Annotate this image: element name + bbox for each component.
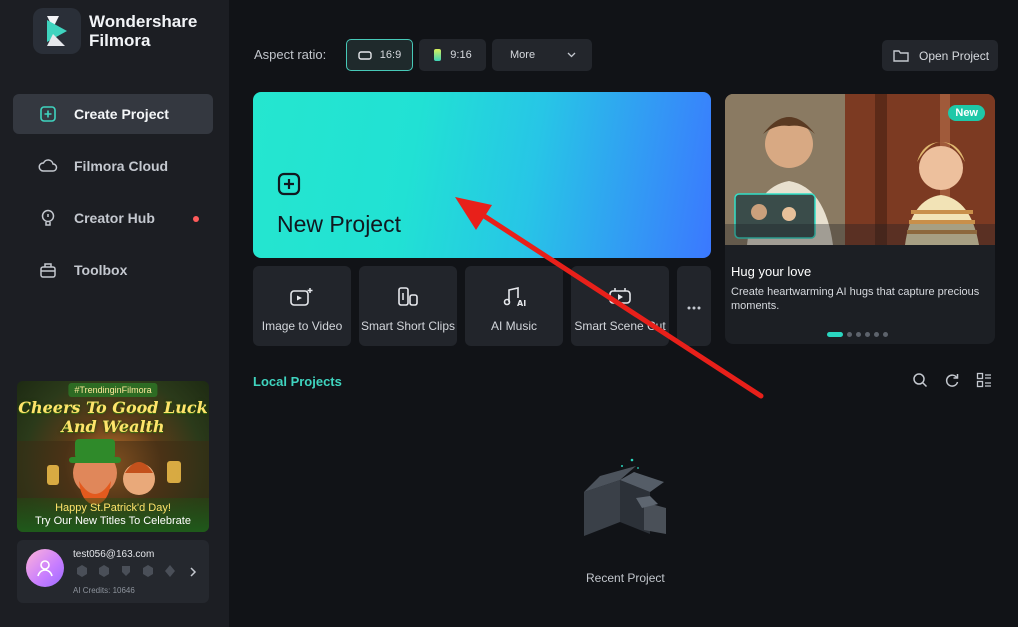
smart-scene-cut-icon — [607, 286, 633, 313]
app-name-line2: Filmora — [89, 31, 151, 50]
tool-smart-short-clips[interactable]: Smart Short Clips — [359, 266, 457, 346]
local-projects-title: Local Projects — [253, 374, 342, 389]
badge-icon — [97, 564, 111, 578]
feature-title: Hug your love — [731, 264, 812, 279]
sidebar-item-label: Toolbox — [74, 262, 128, 278]
user-icon — [37, 560, 53, 577]
chevron-down-icon — [567, 49, 576, 61]
more-ratios-dropdown[interactable]: More — [492, 39, 592, 71]
ai-music-icon: AI — [502, 286, 526, 313]
tool-label: Smart Scene Cut — [574, 319, 666, 333]
open-project-button[interactable]: Open Project — [882, 40, 998, 71]
sidebar-nav: Create Project Filmora Cloud Creator Hub… — [13, 94, 213, 302]
cloud-icon — [38, 156, 58, 176]
more-tools-button[interactable] — [677, 266, 711, 346]
badge-icon — [75, 564, 89, 578]
badge-icon — [119, 564, 133, 578]
svg-text:AI: AI — [517, 299, 526, 308]
sidebar-item-label: Create Project — [74, 106, 169, 122]
carousel-dot[interactable] — [856, 332, 861, 337]
bulb-icon — [38, 208, 58, 228]
badge-icon — [163, 564, 177, 578]
chevron-right-icon[interactable] — [189, 565, 197, 583]
avatar — [26, 549, 64, 587]
carousel-dot[interactable] — [847, 332, 852, 337]
open-project-label: Open Project — [919, 48, 990, 63]
tool-label: Smart Short Clips — [360, 319, 456, 333]
aspect-16-9-button[interactable]: 16:9 — [346, 39, 413, 71]
promo-headline-line1: Cheers To Good Luck — [18, 398, 208, 417]
tool-smart-scene-cut[interactable]: Smart Scene Cut — [571, 266, 669, 346]
more-ratios-label: More — [510, 49, 536, 61]
sidebar-item-creator-hub[interactable]: Creator Hub — [13, 198, 213, 238]
aspect-9-16-button[interactable]: 9:16 — [419, 39, 486, 71]
achievement-badges — [75, 564, 177, 578]
landscape-ratio-icon — [358, 50, 372, 60]
empty-state-text: Recent Project — [586, 571, 665, 585]
sidebar-item-label: Creator Hub — [74, 210, 155, 226]
list-view-icon[interactable] — [976, 372, 992, 388]
app-name-line1: Wondershare — [89, 12, 198, 31]
account-panel[interactable]: test056@163.com AI Credits: 10646 — [17, 540, 209, 603]
new-badge: New — [948, 105, 985, 121]
search-icon[interactable] — [912, 372, 928, 388]
refresh-icon[interactable] — [944, 372, 960, 388]
promo-sub-line2: Try Our New Titles To Celebrate — [35, 515, 191, 527]
aspect-16-9-label: 16:9 — [379, 49, 402, 61]
app-logo[interactable]: Wondershare Filmora — [33, 8, 197, 54]
new-project-title: New Project — [277, 211, 401, 237]
promo-headline-line2: And Wealth — [61, 417, 165, 436]
feature-description: Create heartwarming AI hugs that capture… — [731, 286, 980, 311]
promo-tag: #TrendinginFilmora — [68, 383, 158, 397]
tool-label: Image to Video — [261, 319, 343, 333]
promo-headline: Cheers To Good Luck And Wealth — [17, 398, 209, 436]
badge-icon — [141, 564, 155, 578]
empty-box-illustration-icon — [574, 452, 674, 549]
sidebar-item-filmora-cloud[interactable]: Filmora Cloud — [13, 146, 213, 186]
aspect-ratio-label: Aspect ratio: — [254, 47, 327, 62]
promo-sub-line1: Happy St.Patrick'd Day! — [55, 502, 171, 514]
tool-label: AI Music — [490, 319, 537, 333]
carousel-dot[interactable] — [827, 332, 843, 337]
portrait-ratio-icon — [433, 48, 442, 62]
ai-credits: AI Credits: 10646 — [73, 586, 135, 595]
notification-dot — [193, 216, 199, 222]
more-dots-icon — [687, 297, 701, 315]
plus-square-icon — [38, 104, 58, 124]
sidebar-item-toolbox[interactable]: Toolbox — [13, 250, 213, 290]
app-name: Wondershare Filmora — [89, 12, 197, 50]
feature-carousel[interactable]: New Hug your love Create heartwarming AI… — [725, 94, 995, 344]
account-email: test056@163.com — [73, 549, 155, 560]
carousel-dots — [827, 332, 888, 337]
new-project-card[interactable]: New Project — [253, 92, 711, 258]
sidebar: Wondershare Filmora Create Project Filmo… — [0, 0, 229, 627]
promo-banner[interactable]: #TrendinginFilmora Cheers To Good Luck A… — [17, 381, 209, 532]
tool-image-to-video[interactable]: Image to Video — [253, 266, 351, 346]
smart-short-clips-icon — [396, 286, 420, 313]
tool-ai-music[interactable]: AI AI Music — [465, 266, 563, 346]
sidebar-item-label: Filmora Cloud — [74, 158, 169, 174]
folder-icon — [893, 49, 909, 62]
carousel-dot[interactable] — [883, 332, 888, 337]
filmora-logo-icon — [33, 8, 81, 54]
promo-subtitle: Happy St.Patrick'd Day! Try Our New Titl… — [17, 498, 209, 532]
aspect-9-16-label: 9:16 — [450, 49, 472, 61]
image-to-video-icon — [289, 286, 315, 313]
carousel-dot[interactable] — [874, 332, 879, 337]
toolbox-icon — [38, 260, 58, 280]
sidebar-item-create-project[interactable]: Create Project — [13, 94, 213, 134]
carousel-dot[interactable] — [865, 332, 870, 337]
plus-square-icon — [277, 172, 301, 201]
feature-image: New — [725, 94, 995, 245]
